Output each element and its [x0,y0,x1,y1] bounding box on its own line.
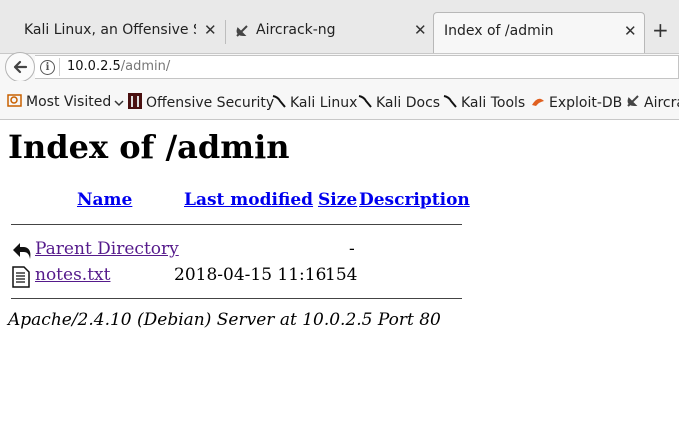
tab-title: Aircrack-ng [256,22,336,38]
bookmark-aircrack[interactable]: Aircra [625,93,679,111]
kali-dragon-icon [358,95,372,108]
column-header-description[interactable]: Description [359,190,470,210]
most-visited-icon [7,94,22,107]
bookmark-label: Offensive Security [146,95,275,111]
bookmark-label: Kali Linux [290,95,358,111]
bookmark-label: Kali Tools [461,95,526,111]
bookmark-label: Kali Docs [376,95,441,111]
column-header-size[interactable]: Size [318,190,357,210]
url-divider [59,58,60,76]
bookmark-kali-tools[interactable]: Kali Tools [442,93,525,111]
bookmark-label: Most Visited [26,94,112,110]
page-title: Index of /admin [8,128,290,166]
url-text[interactable]: 10.0.2.5/admin/ [67,59,170,74]
divider [11,224,462,225]
tab-aircrack[interactable]: Aircrack-ng ✕ [226,12,432,53]
tab-title: Kali Linux, an Offensive S... [24,22,196,38]
file-link[interactable]: notes.txt [35,265,110,285]
bookmark-label: Aircra [644,95,679,111]
divider [11,298,462,299]
bookmark-most-visited[interactable]: Most Visited [7,93,128,110]
url-bar[interactable]: i 10.0.2.5/admin/ [35,55,679,79]
info-icon[interactable]: i [40,60,55,75]
kali-dragon-icon [272,95,286,108]
url-host: 10.0.2.5 [67,59,121,74]
tab-title: Index of /admin [444,23,554,39]
satellite-dish-icon [627,95,639,107]
close-icon[interactable]: ✕ [414,21,427,39]
file-size: 154 [325,265,358,285]
navigation-bar: i 10.0.2.5/admin/ [0,52,679,82]
server-signature: Apache/2.4.10 (Debian) Server at 10.0.2.… [8,310,441,330]
tab-index-admin[interactable]: Index of /admin ✕ [433,12,645,53]
column-header-name[interactable]: Name [77,190,132,210]
chevron-down-icon [114,100,124,107]
last-modified: 2018-04-15 11:16 [174,265,327,285]
file-size: - [349,239,355,259]
satellite-dish-icon [234,23,250,43]
bookmark-exploit-db[interactable]: Exploit-DB [530,93,622,111]
bookmark-offensive-security[interactable]: Offensive Security [127,93,274,111]
back-button[interactable] [5,52,35,82]
bookmark-kali-linux[interactable]: Kali Linux [271,93,357,111]
tab-kali-linux[interactable]: Kali Linux, an Offensive S... ✕ [0,12,224,53]
back-arrow-icon [13,60,28,74]
tab-strip: Kali Linux, an Offensive S... ✕ Aircrack… [0,0,679,55]
offsec-icon [128,93,142,109]
new-tab-button[interactable]: + [652,18,669,42]
bookmark-label: Exploit-DB [549,95,623,111]
url-path: /admin/ [120,59,171,74]
back-folder-icon [11,241,33,266]
text-file-icon [11,266,31,293]
close-icon[interactable]: ✕ [204,21,217,39]
kali-dragon-icon [443,95,457,108]
column-header-last-modified[interactable]: Last modified [184,190,313,210]
bookmark-kali-docs[interactable]: Kali Docs [357,93,440,111]
close-icon[interactable]: ✕ [624,22,637,40]
bookmarks-toolbar: Most Visited Offensive Security Kali Lin… [0,81,679,120]
parent-directory-link[interactable]: Parent Directory [35,239,179,259]
exploitdb-icon [532,98,544,106]
